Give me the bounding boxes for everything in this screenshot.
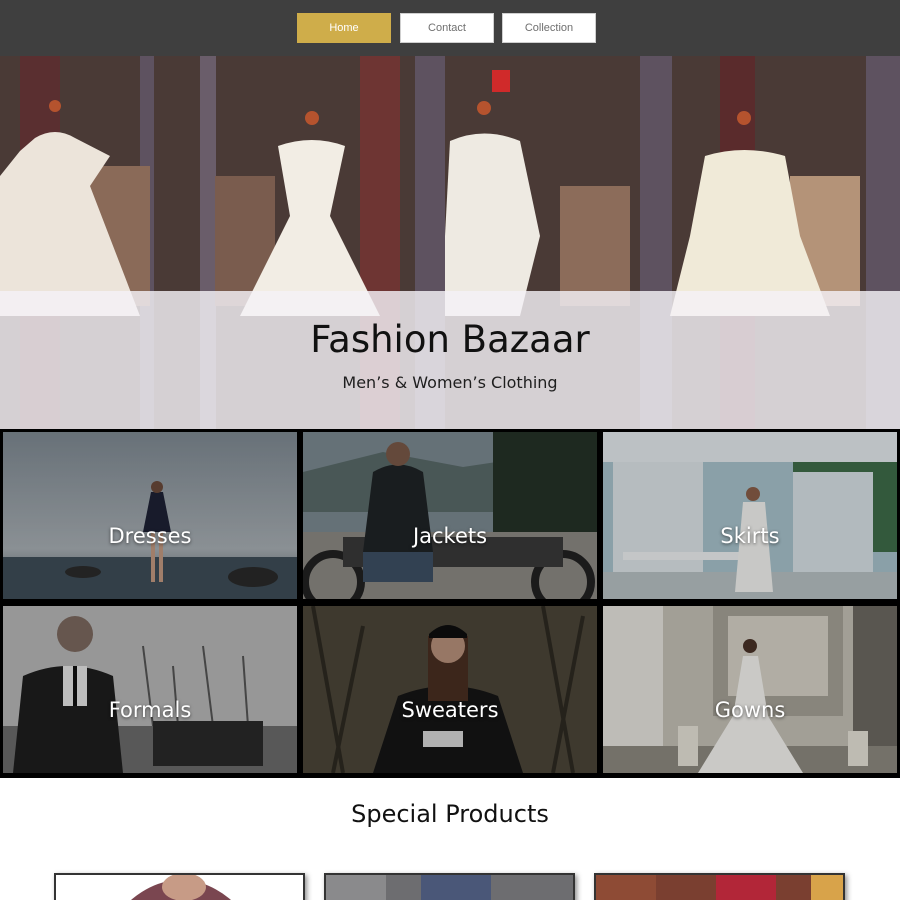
product-photo-1 <box>56 875 303 900</box>
category-tile-dresses[interactable]: Dresses <box>3 432 297 599</box>
category-tile-sweaters[interactable]: Sweaters <box>303 606 597 773</box>
hero-subtitle: Men’s & Women’s Clothing <box>342 373 558 392</box>
nav-contact-button[interactable]: Contact <box>400 13 494 43</box>
category-label-gowns: Gowns <box>714 698 786 722</box>
skirts-overlay <box>603 432 897 599</box>
nav-home-button[interactable]: Home <box>297 13 391 43</box>
category-grid: Dresses Jackets Skirts Formals Sweaters … <box>0 429 900 778</box>
dresses-overlay <box>3 432 297 599</box>
special-product-card-1[interactable] <box>54 873 305 900</box>
special-product-card-3[interactable] <box>594 873 845 900</box>
category-label-sweaters: Sweaters <box>401 698 499 722</box>
formals-overlay <box>3 606 297 773</box>
product-photo-2 <box>326 875 573 900</box>
category-label-jackets: Jackets <box>412 524 488 548</box>
category-tile-jackets[interactable]: Jackets <box>303 432 597 599</box>
category-label-dresses: Dresses <box>108 524 192 548</box>
category-tile-gowns[interactable]: Gowns <box>603 606 897 773</box>
hero-title: Fashion Bazaar <box>310 318 590 361</box>
top-nav-bar: Home Contact Collection <box>0 0 900 56</box>
product-photo-3 <box>596 875 843 900</box>
category-tile-skirts[interactable]: Skirts <box>603 432 897 599</box>
gowns-overlay <box>603 606 897 773</box>
jackets-overlay <box>303 432 597 599</box>
category-label-formals: Formals <box>108 698 192 722</box>
special-products-heading: Special Products <box>351 800 549 828</box>
hero-banner: Fashion Bazaar Men’s & Women’s Clothing <box>0 56 900 429</box>
nav-collection-button[interactable]: Collection <box>502 13 596 43</box>
sweaters-overlay <box>303 606 597 773</box>
special-product-card-2[interactable] <box>324 873 575 900</box>
category-label-skirts: Skirts <box>720 524 780 548</box>
category-tile-formals[interactable]: Formals <box>3 606 297 773</box>
